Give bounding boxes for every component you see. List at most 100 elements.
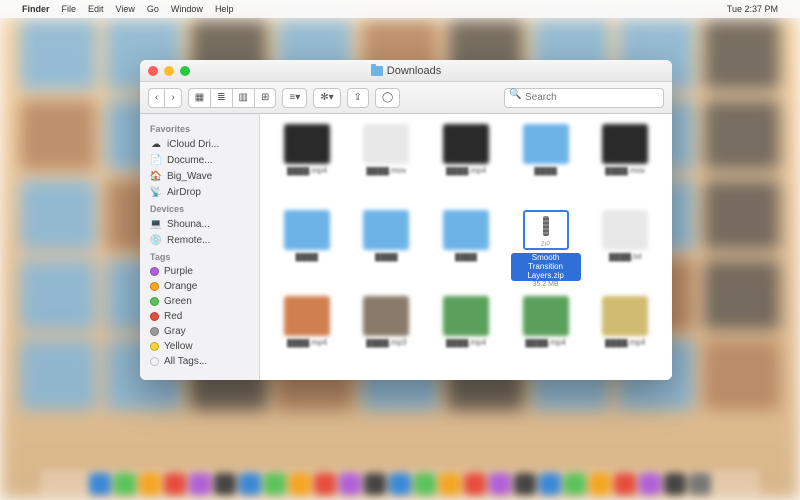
sidebar-label: All Tags... [164, 356, 207, 367]
sidebar-tag[interactable]: Yellow [140, 339, 259, 354]
dock-app[interactable] [514, 473, 536, 495]
view-mode-0[interactable]: ▦ [188, 88, 211, 108]
dock-app[interactable] [564, 473, 586, 495]
dock-app[interactable] [614, 473, 636, 495]
sidebar-tag[interactable]: Orange [140, 279, 259, 294]
sidebar-item-favorite[interactable]: 🏠Big_Wave [140, 168, 259, 184]
sidebar-label: Big_Wave [167, 171, 212, 182]
file-item[interactable]: ████.mp4 [507, 296, 585, 378]
menu-window[interactable]: Window [171, 4, 203, 14]
dock-app[interactable] [264, 473, 286, 495]
file-name: ████.mov [605, 167, 645, 176]
dock-app[interactable] [189, 473, 211, 495]
dock-app[interactable] [89, 473, 111, 495]
forward-button[interactable]: › [165, 88, 181, 108]
titlebar[interactable]: Downloads [140, 60, 672, 82]
file-item[interactable]: ████ [427, 210, 505, 292]
sidebar-tag[interactable]: All Tags... [140, 354, 259, 369]
file-thumb [284, 210, 330, 250]
file-thumb [602, 124, 648, 164]
dock[interactable] [40, 470, 760, 498]
view-mode-1[interactable]: ≣ [211, 88, 232, 108]
dock-app[interactable] [689, 473, 711, 495]
file-name: ████.mp4 [446, 339, 486, 348]
close-button[interactable] [148, 66, 158, 76]
file-item[interactable]: ████.txt [586, 210, 664, 292]
arrange-button[interactable]: ≡▾ [282, 88, 307, 108]
dock-app[interactable] [539, 473, 561, 495]
sidebar-item-favorite[interactable]: 📡AirDrop [140, 184, 259, 200]
file-item[interactable]: ████.mov [586, 124, 664, 206]
file-item[interactable]: ████.mp4 [427, 124, 505, 206]
dock-app[interactable] [464, 473, 486, 495]
file-item[interactable]: ████.mp4 [427, 296, 505, 378]
view-mode-2[interactable]: ▥ [233, 88, 255, 108]
menu-go[interactable]: Go [147, 4, 159, 14]
dock-app[interactable] [589, 473, 611, 495]
dock-app[interactable] [114, 473, 136, 495]
sidebar-tag[interactable]: Red [140, 309, 259, 324]
back-button[interactable]: ‹ [148, 88, 165, 108]
sidebar-tag[interactable]: Gray [140, 324, 259, 339]
sidebar-label: Remote... [167, 235, 210, 246]
dock-app[interactable] [239, 473, 261, 495]
tags-button[interactable]: ◯ [375, 88, 400, 108]
maximize-button[interactable] [180, 66, 190, 76]
sidebar-tag[interactable]: Green [140, 294, 259, 309]
dock-app[interactable] [164, 473, 186, 495]
file-item[interactable]: ████.mp3 [348, 296, 426, 378]
app-name[interactable]: Finder [22, 4, 50, 14]
dock-app[interactable] [339, 473, 361, 495]
menubar: Finder FileEditViewGoWindowHelp Tue 2:37… [0, 0, 800, 18]
dock-app[interactable] [489, 473, 511, 495]
search-field[interactable] [504, 87, 664, 108]
share-button[interactable]: ⇪ [347, 88, 369, 108]
sidebar-label: Gray [164, 326, 186, 337]
menu-edit[interactable]: Edit [88, 4, 104, 14]
file-size: 35.2 MB [533, 281, 559, 288]
file-item[interactable]: ████.mp4 [268, 124, 346, 206]
dock-app[interactable] [639, 473, 661, 495]
file-item[interactable]: ████.mp4 [586, 296, 664, 378]
sidebar-item-device[interactable]: 💻Shouna... [140, 216, 259, 232]
file-thumb [443, 124, 489, 164]
file-item[interactable]: ████.mov [348, 124, 426, 206]
file-item[interactable]: ████.mp4 [268, 296, 346, 378]
menu-file[interactable]: File [62, 4, 77, 14]
dock-app[interactable] [314, 473, 336, 495]
menu-help[interactable]: Help [215, 4, 234, 14]
action-button[interactable]: ✻▾ [313, 88, 340, 108]
sidebar-tag[interactable]: Purple [140, 264, 259, 279]
file-grid[interactable]: ████.mp4████.mov████.mp4████████.mov████… [260, 114, 672, 380]
dock-app[interactable] [139, 473, 161, 495]
favorites-header: Favorites [140, 120, 259, 136]
sidebar: Favorites ☁iCloud Dri...📄Docume...🏠Big_W… [140, 114, 260, 380]
file-item[interactable]: ████ [507, 124, 585, 206]
devices-header: Devices [140, 200, 259, 216]
sidebar-label: Red [164, 311, 182, 322]
file-item[interactable]: ████ [348, 210, 426, 292]
sidebar-item-favorite[interactable]: ☁iCloud Dri... [140, 136, 259, 152]
dock-app[interactable] [389, 473, 411, 495]
dock-app[interactable] [214, 473, 236, 495]
tag-dot-icon [150, 342, 159, 351]
sidebar-item-favorite[interactable]: 📄Docume... [140, 152, 259, 168]
minimize-button[interactable] [164, 66, 174, 76]
menu-view[interactable]: View [116, 4, 135, 14]
dock-app[interactable] [439, 473, 461, 495]
sidebar-label: Docume... [167, 155, 213, 166]
search-input[interactable] [504, 88, 664, 108]
dock-app[interactable] [664, 473, 686, 495]
dock-app[interactable] [364, 473, 386, 495]
view-mode-3[interactable]: ⊞ [255, 88, 276, 108]
file-item[interactable]: ZIPSmooth Transition Layers.zip35.2 MB [507, 210, 585, 292]
file-item[interactable]: ████ [268, 210, 346, 292]
device-icon: 💻 [150, 218, 162, 230]
file-name: Smooth Transition Layers.zip [511, 253, 581, 281]
toolbar: ‹ › ▦≣▥⊞ ≡▾ ✻▾ ⇪ ◯ [140, 82, 672, 114]
dock-app[interactable] [414, 473, 436, 495]
dock-app[interactable] [289, 473, 311, 495]
tag-dot-icon [150, 327, 159, 336]
sidebar-item-device[interactable]: 💿Remote... [140, 232, 259, 248]
file-thumb [523, 124, 569, 164]
